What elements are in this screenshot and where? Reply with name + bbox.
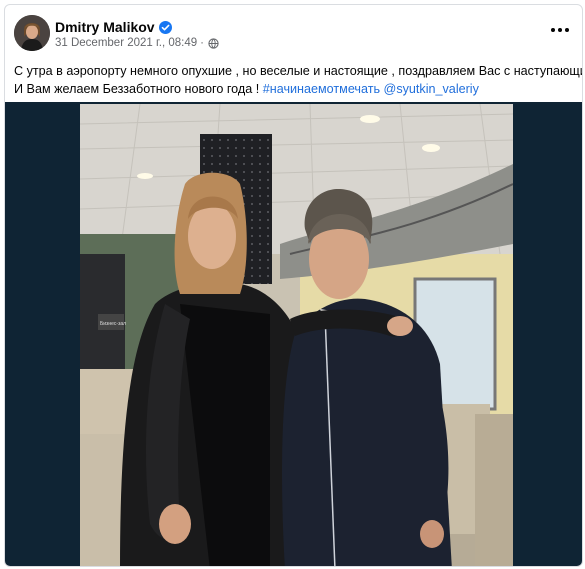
avatar-image — [14, 15, 50, 51]
hashtag-link[interactable]: #начинаемотмечать — [263, 82, 380, 96]
lounge-sign: Бизнес-зал — [100, 321, 126, 327]
mention-link[interactable]: @syutkin_valeriy — [384, 82, 479, 96]
facebook-post: Dmitry Malikov 31 December 2021 г., 08:4… — [4, 4, 583, 567]
meta-separator: · — [200, 37, 205, 49]
globe-icon[interactable] — [208, 37, 219, 49]
verified-badge-icon — [158, 20, 172, 34]
post-caption: С утра в аэропорту немного опухшие , но … — [14, 62, 583, 98]
more-options-icon[interactable] — [548, 23, 572, 37]
post-meta: 31 December 2021 г., 08:49 · — [55, 37, 219, 49]
post-header: Dmitry Malikov 31 December 2021 г., 08:4… — [5, 5, 582, 57]
caption-line-1: С утра в аэропорту немного опухшие , но … — [14, 64, 583, 78]
post-timestamp[interactable]: 31 December 2021 г., 08:49 — [55, 37, 197, 49]
caption-line-2: И Вам желаем Беззаботного нового года ! … — [14, 80, 574, 98]
author-avatar[interactable] — [14, 15, 50, 51]
post-photo[interactable]: Бизнес-зал — [80, 104, 513, 567]
author-line: Dmitry Malikov — [55, 18, 172, 36]
author-name[interactable]: Dmitry Malikov — [55, 19, 155, 35]
caption-text: И Вам желаем Беззаботного нового года ! — [14, 82, 260, 96]
post-photo-container: Бизнес-зал — [5, 102, 582, 567]
